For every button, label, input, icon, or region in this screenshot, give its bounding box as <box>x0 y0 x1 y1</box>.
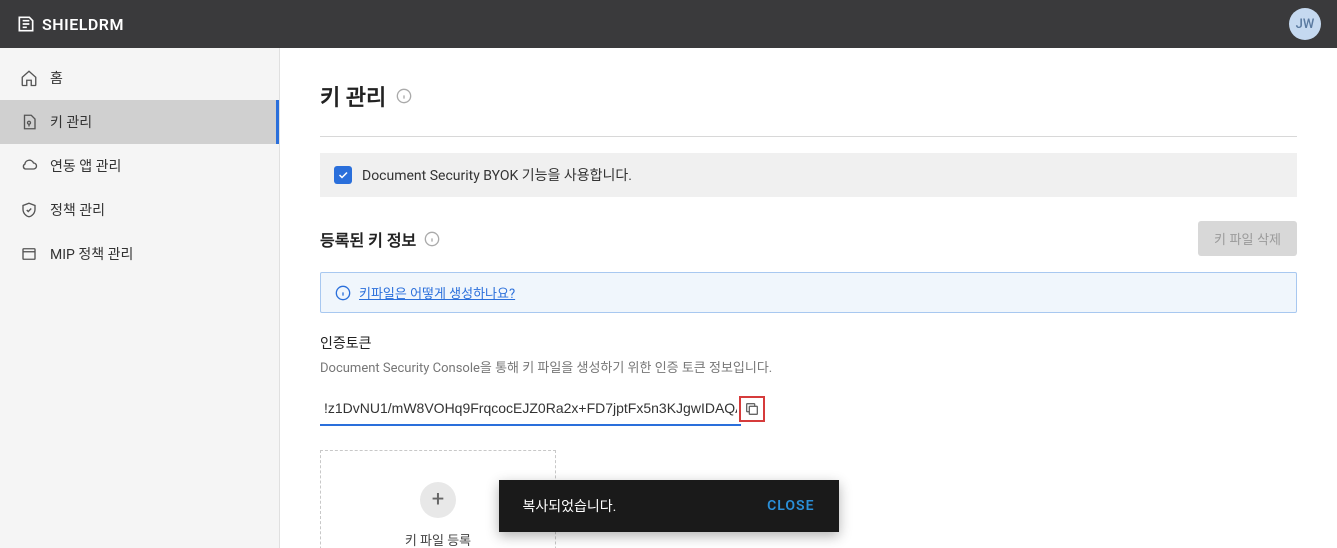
copy-icon <box>744 401 760 417</box>
byok-checkbox-row: Document Security BYOK 기능을 사용합니다. <box>320 153 1297 197</box>
sidebar-item-home[interactable]: 홈 <box>0 56 279 100</box>
info-banner: 키파일은 어떻게 생성하나요? <box>320 272 1297 313</box>
token-desc: Document Security Console을 통해 키 파일을 생성하기… <box>320 357 1297 376</box>
sidebar-item-key-mgmt[interactable]: 키 관리 <box>0 100 279 144</box>
delete-key-button[interactable]: 키 파일 삭제 <box>1198 221 1297 256</box>
token-input[interactable] <box>320 392 741 426</box>
sidebar-item-label: 홈 <box>50 68 63 88</box>
info-icon[interactable] <box>396 88 412 104</box>
plus-icon: + <box>420 482 456 518</box>
sidebar-item-label: MIP 정책 관리 <box>50 244 133 264</box>
avatar[interactable]: JW <box>1289 8 1321 40</box>
copy-button[interactable] <box>739 396 765 422</box>
avatar-initials: JW <box>1296 17 1315 32</box>
byok-checkbox[interactable] <box>334 166 352 184</box>
square-icon <box>20 245 38 263</box>
shield-icon <box>20 201 38 219</box>
toast-close-button[interactable]: CLOSE <box>767 498 814 514</box>
shield-logo-icon <box>16 14 36 34</box>
brand-logo: SHIELDRM <box>16 14 124 34</box>
home-icon <box>20 69 38 87</box>
byok-checkbox-label: Document Security BYOK 기능을 사용합니다. <box>362 165 632 185</box>
cloud-icon <box>20 157 38 175</box>
how-to-generate-link[interactable]: 키파일은 어떻게 생성하나요? <box>359 283 515 302</box>
sidebar-item-mip-policy[interactable]: MIP 정책 관리 <box>0 232 279 276</box>
sidebar-item-app-mgmt[interactable]: 연동 앱 관리 <box>0 144 279 188</box>
info-icon <box>335 285 351 301</box>
sidebar-item-label: 연동 앱 관리 <box>50 156 121 176</box>
sidebar: 홈 키 관리 연동 앱 관리 정책 관리 MIP 정책 관리 <box>0 48 280 548</box>
app-header: SHIELDRM JW <box>0 0 1337 48</box>
key-icon <box>20 113 38 131</box>
check-icon <box>337 169 349 181</box>
divider <box>320 136 1297 137</box>
info-icon[interactable] <box>424 231 440 247</box>
main-content: 키 관리 Document Security BYOK 기능을 사용합니다. 등… <box>280 48 1337 548</box>
token-label: 인증토큰 <box>320 333 1297 353</box>
section-title: 등록된 키 정보 <box>320 227 416 251</box>
page-title: 키 관리 <box>320 80 386 112</box>
sidebar-item-label: 정책 관리 <box>50 200 105 220</box>
toast: 복사되었습니다. CLOSE <box>499 480 839 532</box>
toast-message: 복사되었습니다. <box>523 496 617 516</box>
sidebar-item-policy-mgmt[interactable]: 정책 관리 <box>0 188 279 232</box>
brand-text: SHIELDRM <box>42 15 124 34</box>
upload-label: 키 파일 등록 <box>405 530 471 548</box>
sidebar-item-label: 키 관리 <box>50 112 92 132</box>
